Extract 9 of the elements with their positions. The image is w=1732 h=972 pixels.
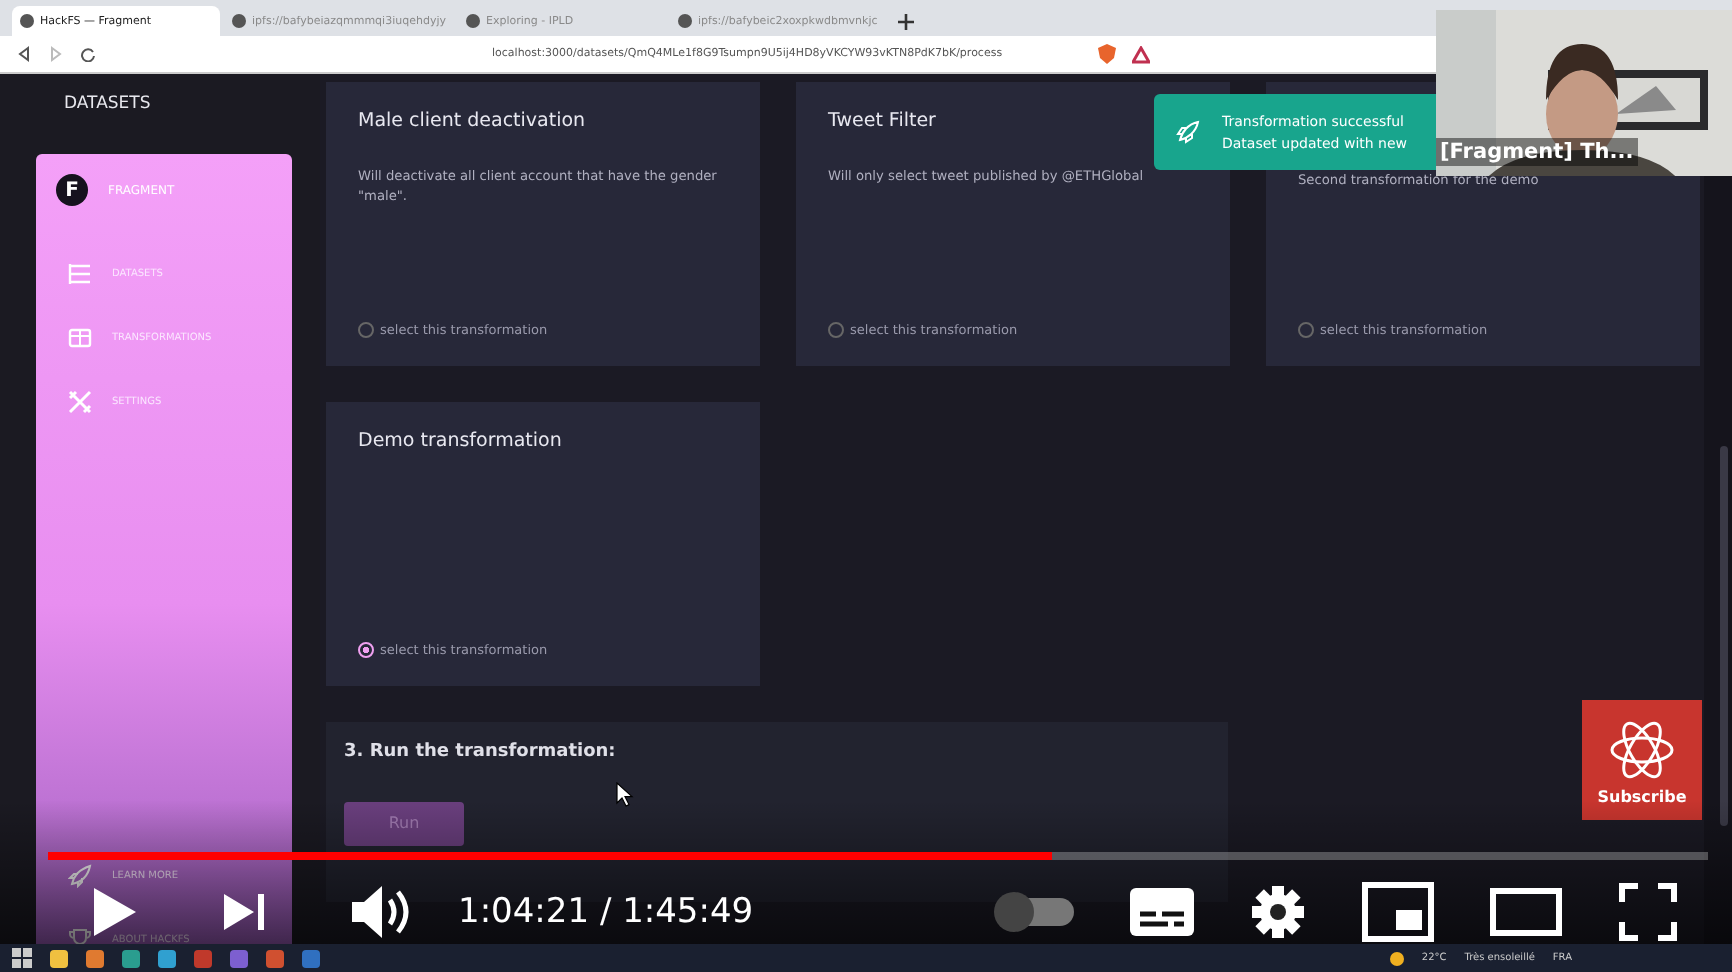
card-title: Tweet Filter	[828, 110, 938, 132]
card-title: Male client deactivation	[358, 110, 588, 132]
time-display: 1:04:21 / 1:45:49	[458, 892, 756, 932]
logo-icon: F	[56, 174, 88, 206]
card-title: Demo transformation	[358, 430, 564, 452]
section-heading: 3. Run the transformation:	[344, 742, 618, 762]
subscribe-button[interactable]: Subscribe	[1582, 700, 1702, 820]
sidebar-heading: DATASETS	[62, 94, 153, 118]
participant-name: [Fragment] Th...	[1436, 138, 1638, 166]
